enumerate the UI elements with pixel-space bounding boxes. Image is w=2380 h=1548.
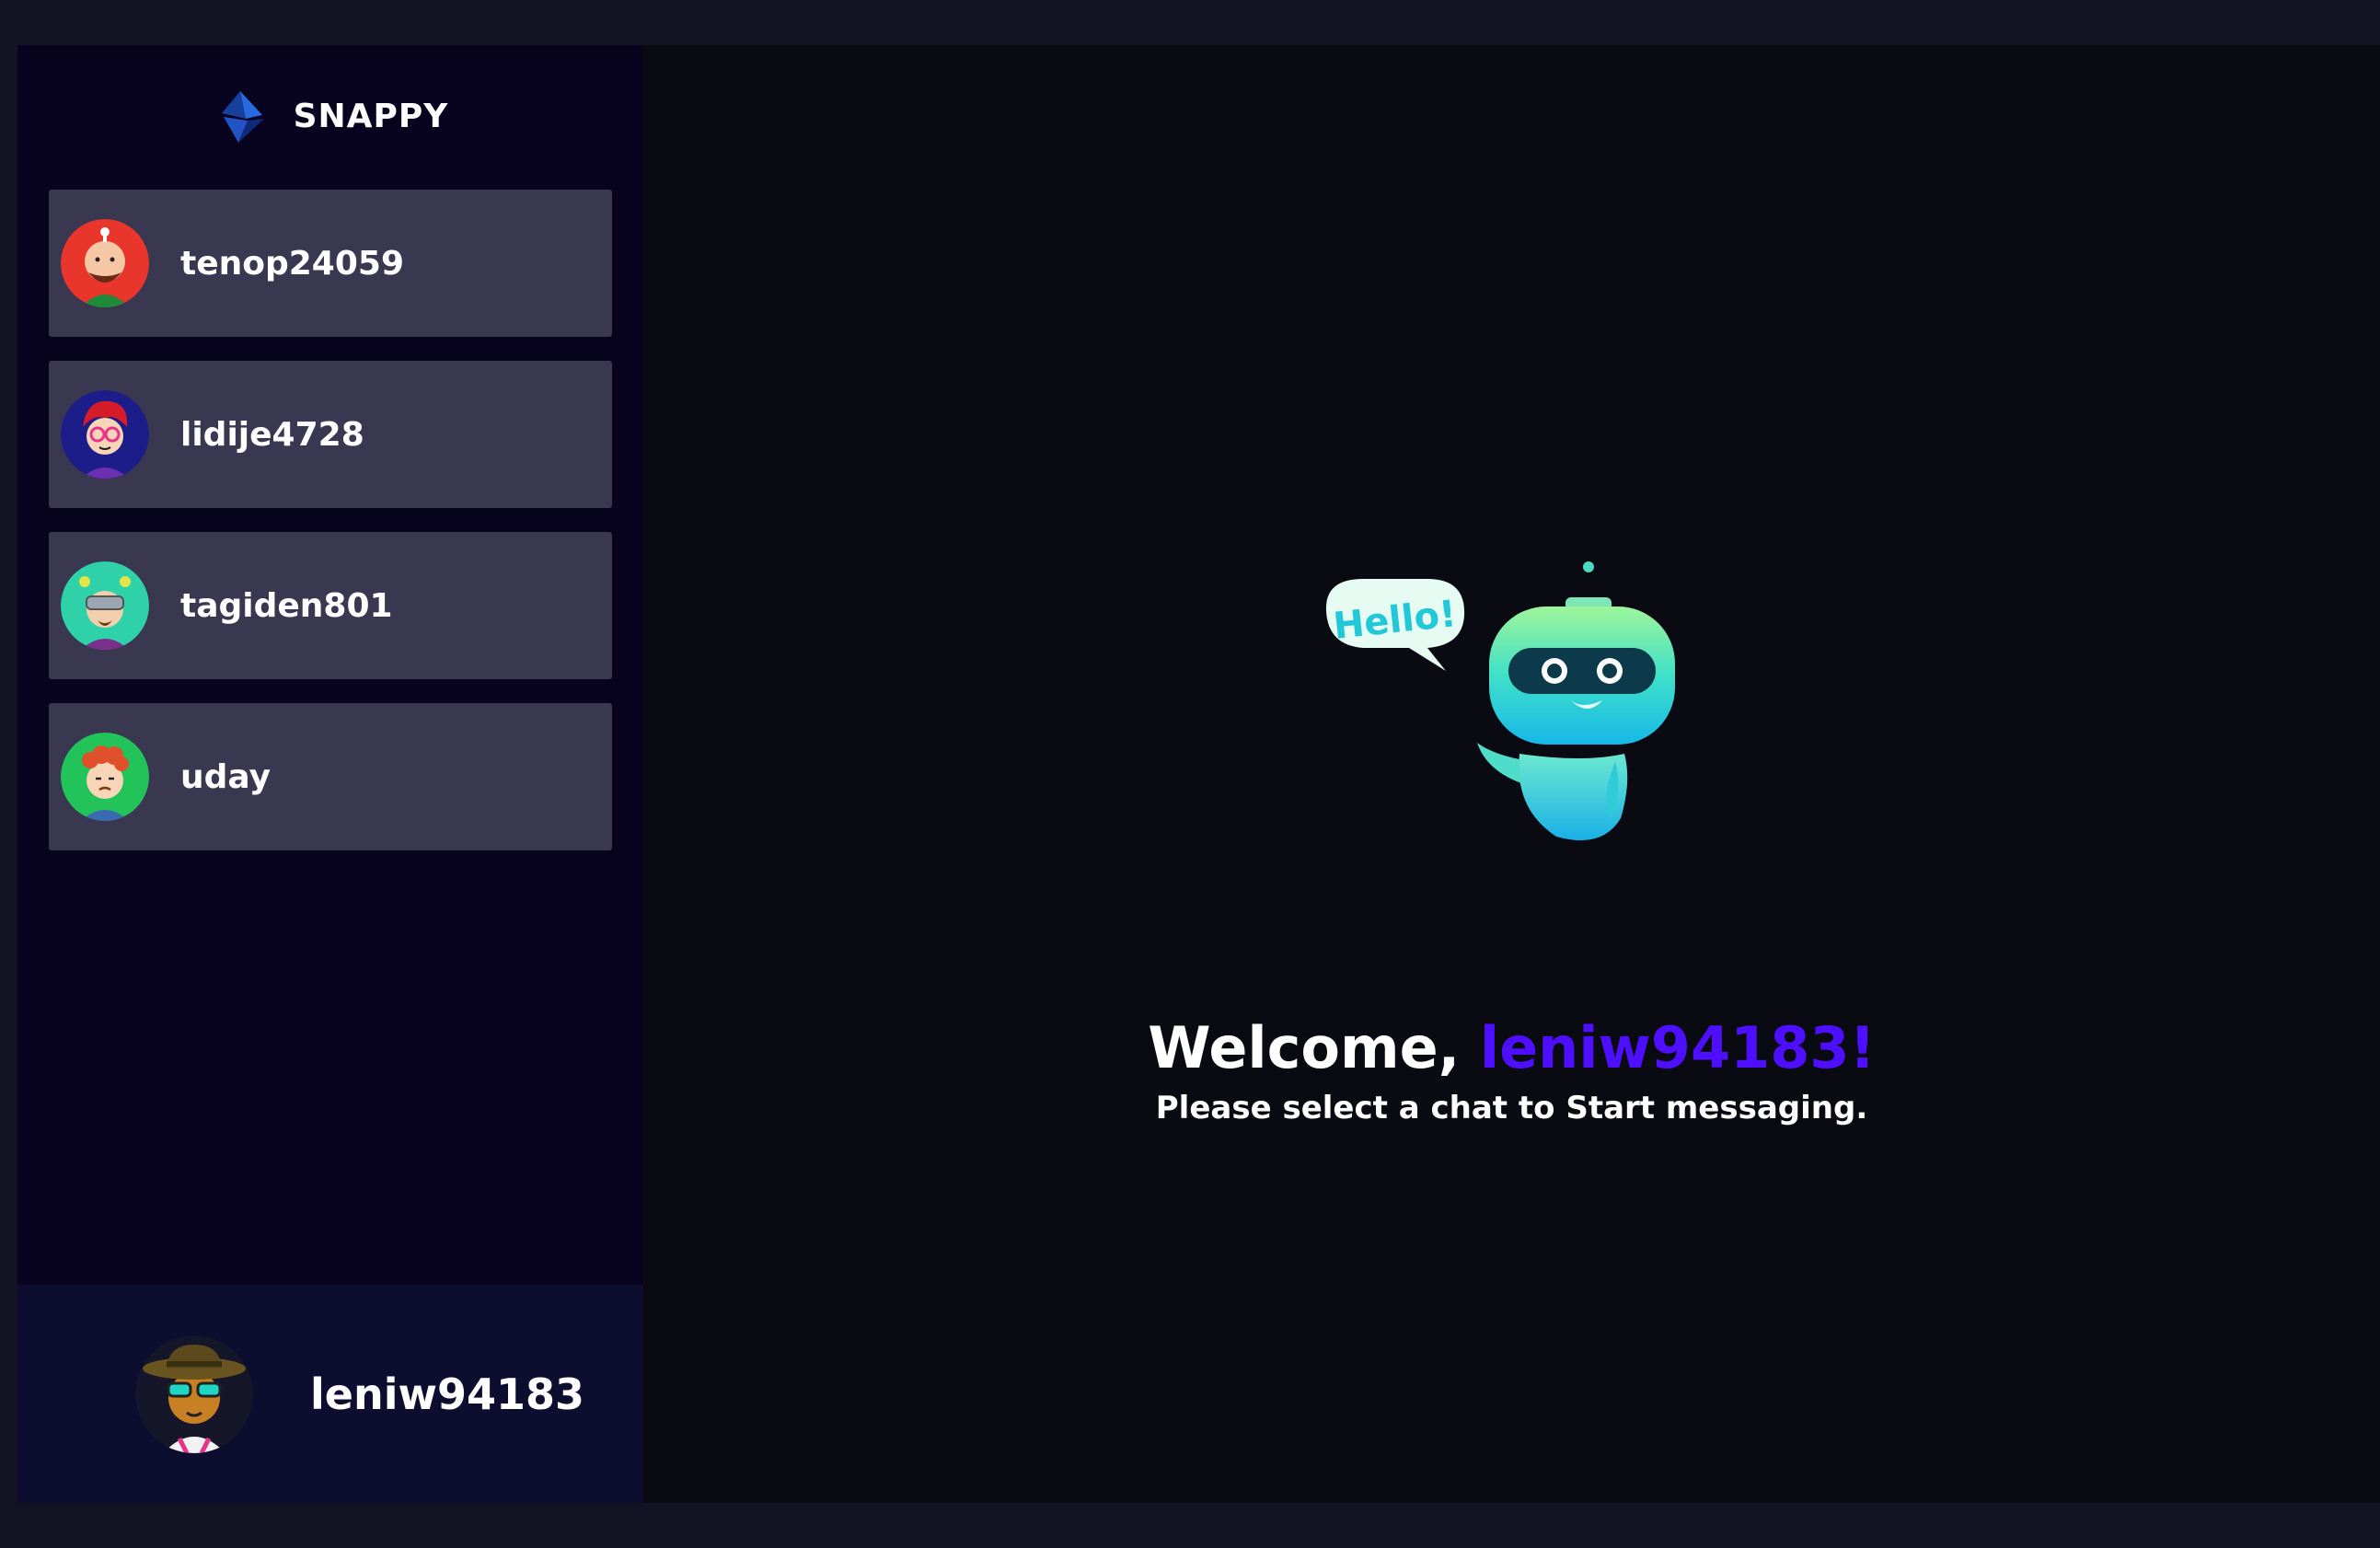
avatar-hat-sunglasses — [135, 1334, 253, 1453]
welcome-subtitle: Please select a chat to Start messaging. — [1155, 1090, 1868, 1126]
welcome-message: Welcome, leniw94183! Please select a cha… — [643, 1011, 2380, 1131]
robot-hello-illustration: Hello! — [1325, 561, 1675, 841]
brand-header: SNAPPY — [17, 45, 643, 188]
current-user-name: leniw94183 — [310, 1369, 585, 1419]
brand-name: SNAPPY — [293, 98, 449, 135]
contact-item[interactable]: uday — [49, 703, 612, 850]
contacts-sidebar: SNAPPY tenop24059 lidije4728 tagiden801 … — [17, 45, 643, 1503]
snappy-logo-icon — [221, 90, 264, 143]
welcome-panel: Hello! Welcome, leniw94183! Please selec… — [643, 45, 2380, 1503]
contact-name: uday — [180, 757, 272, 796]
contact-name: tagiden801 — [180, 586, 393, 625]
contact-item[interactable]: tenop24059 — [49, 190, 612, 337]
contact-name: lidije4728 — [180, 415, 364, 454]
welcome-heading: Welcome, leniw94183! — [643, 1011, 2380, 1085]
welcome-greeting: Welcome, — [1148, 1014, 1480, 1081]
avatar-teal-goggles — [61, 561, 149, 650]
avatar-red-hair-glasses — [61, 390, 149, 479]
chat-app: SNAPPY tenop24059 lidije4728 tagiden801 … — [17, 45, 2380, 1503]
contact-name: tenop24059 — [180, 244, 404, 283]
avatar-curly-redhead — [61, 733, 149, 821]
contact-item[interactable]: lidije4728 — [49, 361, 612, 508]
welcome-username: leniw94183! — [1479, 1014, 1876, 1081]
contact-list: tenop24059 lidije4728 tagiden801 uday — [17, 188, 643, 1285]
current-user-bar: leniw94183 — [17, 1285, 643, 1503]
avatar-red-bald-man — [61, 219, 149, 307]
contact-item[interactable]: tagiden801 — [49, 532, 612, 679]
